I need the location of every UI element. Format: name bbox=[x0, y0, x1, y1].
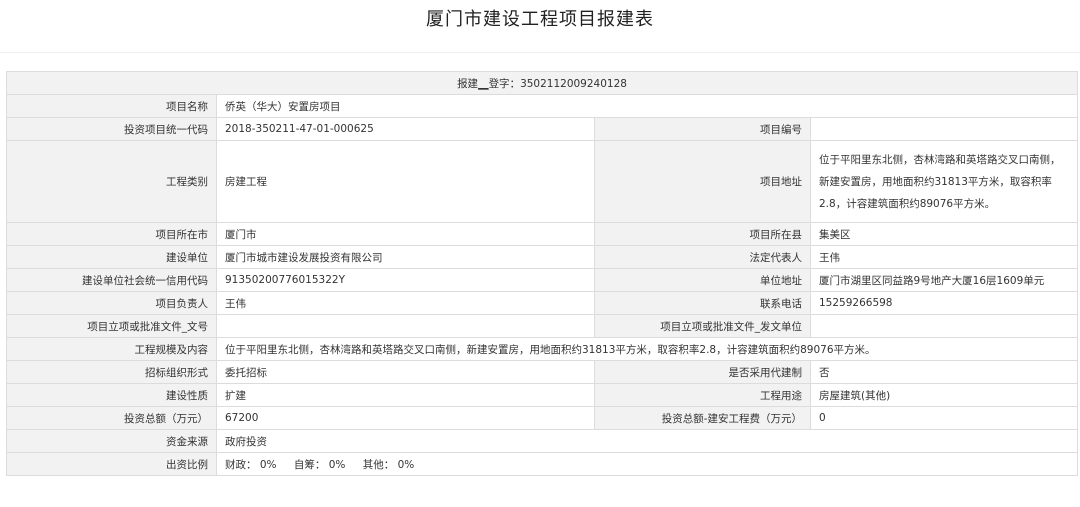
legal-rep-label: 法定代表人 bbox=[594, 245, 811, 269]
scale-content-label: 工程规模及内容 bbox=[6, 337, 217, 361]
project-name-label: 项目名称 bbox=[6, 94, 217, 118]
project-address-label: 项目地址 bbox=[594, 140, 811, 223]
header-label: 登字 bbox=[488, 77, 510, 90]
unit-address-value: 厦门市湖里区同益路9号地产大厦16层1609单元 bbox=[809, 268, 1079, 292]
scale-content-value: 位于平阳里东北侧，杏林湾路和英塔路交叉口南侧，新建安置房，用地面积约31813平… bbox=[215, 337, 1079, 361]
installation-cost-value: 0 bbox=[809, 406, 1079, 430]
total-investment-value: 67200 bbox=[216, 406, 595, 430]
table-row: 招标组织形式 委托招标 是否采用代建制 否 bbox=[6, 360, 1079, 384]
engineering-use-value: 房屋建筑(其他) bbox=[809, 383, 1079, 407]
bidding-form-label: 招标组织形式 bbox=[6, 360, 217, 384]
page-title: 厦门市建设工程项目报建表 bbox=[0, 0, 1080, 53]
engineering-category-label: 工程类别 bbox=[6, 140, 217, 223]
investment-code-label: 投资项目统一代码 bbox=[6, 117, 217, 141]
engineering-category-value: 房建工程 bbox=[216, 140, 595, 223]
table-row: 工程规模及内容 位于平阳里东北侧，杏林湾路和英塔路交叉口南侧，新建安置房，用地面… bbox=[6, 337, 1079, 361]
city-value: 厦门市 bbox=[216, 222, 595, 246]
total-investment-label: 投资总额（万元） bbox=[6, 406, 217, 430]
approval-issuer-value bbox=[809, 314, 1079, 338]
county-value: 集美区 bbox=[809, 222, 1079, 246]
self-funded-label: 自筹： bbox=[293, 458, 326, 471]
project-lead-value: 王伟 bbox=[216, 291, 595, 315]
contribution-value: 财政： 0% 自筹： 0% 其他： 0% bbox=[215, 452, 1079, 476]
agent-construction-label: 是否采用代建制 bbox=[594, 360, 811, 384]
construction-unit-value: 厦门市城市建设发展投资有限公司 bbox=[216, 245, 595, 269]
construction-unit-label: 建设单位 bbox=[6, 245, 217, 269]
table-row: 项目名称 侨英（华大）安置房项目 bbox=[6, 94, 1079, 118]
table-row: 资金来源 政府投资 bbox=[6, 429, 1079, 453]
registration-form-table: 报建__登字：3502112009240128 项目名称 侨英（华大）安置房项目… bbox=[5, 71, 1079, 476]
table-row: 建设性质 扩建 工程用途 房屋建筑(其他) bbox=[6, 383, 1079, 407]
fund-source-label: 资金来源 bbox=[6, 429, 217, 453]
phone-value: 15259266598 bbox=[809, 291, 1079, 315]
approval-doc-no-value bbox=[216, 314, 595, 338]
other-label: 其他： bbox=[362, 458, 395, 471]
unit-address-label: 单位地址 bbox=[594, 268, 811, 292]
city-label: 项目所在市 bbox=[6, 222, 217, 246]
registration-number: 3502112009240128 bbox=[520, 77, 627, 90]
project-number-value bbox=[809, 117, 1079, 141]
credit-code-value: 91350200776015322Y bbox=[216, 268, 595, 292]
credit-code-label: 建设单位社会统一信用代码 bbox=[6, 268, 217, 292]
header-blank: __ bbox=[478, 77, 489, 90]
bidding-form-value: 委托招标 bbox=[216, 360, 595, 384]
table-row: 投资总额（万元） 67200 投资总额-建安工程费（万元） 0 bbox=[6, 406, 1079, 430]
agent-construction-value: 否 bbox=[809, 360, 1079, 384]
table-row: 建设单位 厦门市城市建设发展投资有限公司 法定代表人 王伟 bbox=[6, 245, 1079, 269]
project-lead-label: 项目负责人 bbox=[6, 291, 217, 315]
table-row: 出资比例 财政： 0% 自筹： 0% 其他： 0% bbox=[6, 452, 1079, 476]
approval-doc-no-label: 项目立项或批准文件_文号 bbox=[6, 314, 217, 338]
approval-issuer-label: 项目立项或批准文件_发文单位 bbox=[594, 314, 811, 338]
county-label: 项目所在县 bbox=[594, 222, 811, 246]
project-number-label: 项目编号 bbox=[594, 117, 811, 141]
engineering-use-label: 工程用途 bbox=[594, 383, 811, 407]
table-row: 投资项目统一代码 2018-350211-47-01-000625 项目编号 bbox=[6, 117, 1079, 141]
construction-nature-value: 扩建 bbox=[216, 383, 595, 407]
registration-number-header: 报建__登字：3502112009240128 bbox=[5, 71, 1079, 95]
investment-code-value: 2018-350211-47-01-000625 bbox=[216, 117, 595, 141]
page: 厦门市建设工程项目报建表 报建__登字：3502112009240128 项目名… bbox=[0, 0, 1080, 507]
other-value: 0% bbox=[397, 458, 415, 471]
fund-source-value: 政府投资 bbox=[215, 429, 1079, 453]
contribution-label: 出资比例 bbox=[6, 452, 217, 476]
construction-nature-label: 建设性质 bbox=[6, 383, 217, 407]
finance-label: 财政： bbox=[225, 458, 257, 471]
header-colon: ： bbox=[509, 77, 521, 90]
table-row: 报建__登字：3502112009240128 bbox=[5, 71, 1079, 95]
finance-value: 0% bbox=[259, 458, 277, 471]
table-row: 项目负责人 王伟 联系电话 15259266598 bbox=[6, 291, 1079, 315]
legal-rep-value: 王伟 bbox=[809, 245, 1079, 269]
table-row: 项目所在市 厦门市 项目所在县 集美区 bbox=[6, 222, 1079, 246]
header-prefix: 报建 bbox=[457, 77, 479, 90]
project-address-value: 位于平阳里东北侧，杏林湾路和英塔路交叉口南侧，新建安置房，用地面积约31813平… bbox=[809, 140, 1079, 223]
table-row: 项目立项或批准文件_文号 项目立项或批准文件_发文单位 bbox=[6, 314, 1079, 338]
table-row: 工程类别 房建工程 项目地址 位于平阳里东北侧，杏林湾路和英塔路交叉口南侧，新建… bbox=[6, 140, 1079, 223]
project-name-value: 侨英（华大）安置房项目 bbox=[215, 94, 1079, 118]
phone-label: 联系电话 bbox=[594, 291, 811, 315]
self-funded-value: 0% bbox=[328, 458, 346, 471]
installation-cost-label: 投资总额-建安工程费（万元） bbox=[594, 406, 811, 430]
table-row: 建设单位社会统一信用代码 91350200776015322Y 单位地址 厦门市… bbox=[6, 268, 1079, 292]
